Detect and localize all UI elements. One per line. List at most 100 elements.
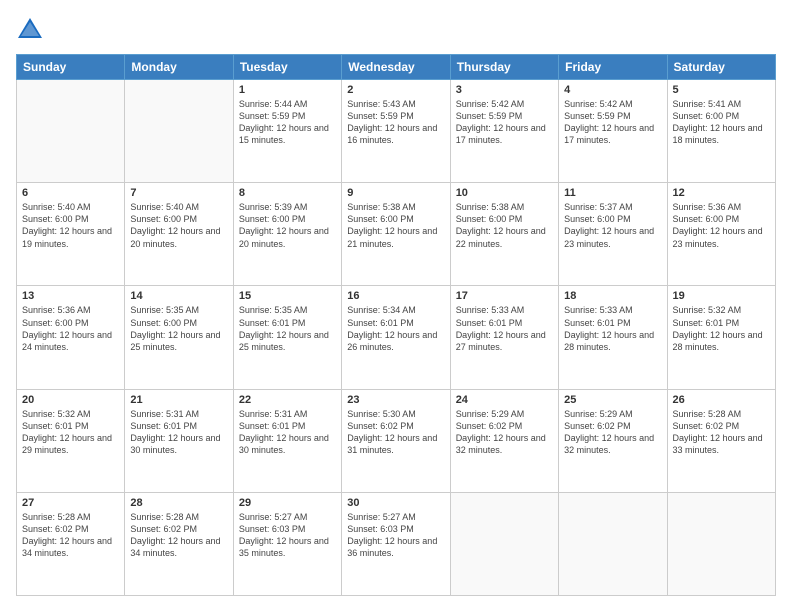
calendar-cell: 16Sunrise: 5:34 AM Sunset: 6:01 PM Dayli…: [342, 286, 450, 389]
calendar-cell: 10Sunrise: 5:38 AM Sunset: 6:00 PM Dayli…: [450, 183, 558, 286]
logo: [16, 16, 48, 44]
day-number: 12: [673, 187, 770, 199]
calendar-week-row: 13 Sunrise: 5:36 AM Sunset: 6:00 PM Dayli…: [17, 286, 776, 389]
day-number: 7: [130, 187, 227, 199]
day-number: 6: [22, 187, 119, 199]
day-number: 26: [673, 394, 770, 406]
calendar-header-row: SundayMondayTuesdayWednesdayThursdayFrid…: [17, 55, 776, 80]
day-detail: Sunrise: 5:37 AM Sunset: 6:00 PM Dayligh…: [564, 201, 661, 250]
day-detail: Sunrise: 5:29 AM Sunset: 6:02 PM Dayligh…: [456, 408, 553, 457]
calendar-cell: 12 Sunrise: 5:36 AM Sunset: 6:00 PM Dayli…: [667, 183, 775, 286]
day-number: 22: [239, 394, 336, 406]
day-number: 23: [347, 394, 444, 406]
calendar-header-thursday: Thursday: [450, 55, 558, 80]
day-detail: Sunrise: 5:27 AM Sunset: 6:03 PM Dayligh…: [347, 511, 444, 560]
calendar-cell: [667, 492, 775, 595]
calendar-header-monday: Monday: [125, 55, 233, 80]
day-detail: Sunrise: 5:44 AM Sunset: 5:59 PM Dayligh…: [239, 98, 336, 147]
calendar-header-tuesday: Tuesday: [233, 55, 341, 80]
calendar-cell: 22 Sunrise: 5:31 AM Sunset: 6:01 PM Dayli…: [233, 389, 341, 492]
day-number: 27: [22, 497, 119, 509]
day-number: 25: [564, 394, 661, 406]
day-number: 5: [673, 84, 770, 96]
calendar-cell: [17, 80, 125, 183]
day-detail: Sunrise: 5:28 AM Sunset: 6:02 PM Dayligh…: [673, 408, 770, 457]
calendar-cell: 2 Sunrise: 5:43 AM Sunset: 5:59 PM Daylig…: [342, 80, 450, 183]
day-detail: Sunrise: 5:38 AM Sunset: 6:00 PM Dayligh…: [456, 201, 553, 250]
calendar-cell: 11 Sunrise: 5:37 AM Sunset: 6:00 PM Dayli…: [559, 183, 667, 286]
calendar-cell: 20 Sunrise: 5:32 AM Sunset: 6:01 PM Dayli…: [17, 389, 125, 492]
day-detail: Sunrise: 5:40 AM Sunset: 6:00 PM Dayligh…: [130, 201, 227, 250]
calendar-cell: 15Sunrise: 5:35 AM Sunset: 6:01 PM Dayli…: [233, 286, 341, 389]
calendar-cell: 26 Sunrise: 5:28 AM Sunset: 6:02 PM Dayli…: [667, 389, 775, 492]
day-detail: Sunrise: 5:39 AM Sunset: 6:00 PM Dayligh…: [239, 201, 336, 250]
day-detail: Sunrise: 5:33 AM Sunset: 6:01 PM Dayligh…: [456, 304, 553, 353]
day-detail: Sunrise: 5:32 AM Sunset: 6:01 PM Dayligh…: [22, 408, 119, 457]
calendar-cell: 4 Sunrise: 5:42 AM Sunset: 5:59 PM Daylig…: [559, 80, 667, 183]
day-number: 17: [456, 290, 553, 302]
day-detail: Sunrise: 5:38 AM Sunset: 6:00 PM Dayligh…: [347, 201, 444, 250]
day-detail: Sunrise: 5:36 AM Sunset: 6:00 PM Dayligh…: [22, 304, 119, 353]
calendar-cell: [559, 492, 667, 595]
day-detail: Sunrise: 5:43 AM Sunset: 5:59 PM Dayligh…: [347, 98, 444, 147]
day-number: 13: [22, 290, 119, 302]
day-number: 21: [130, 394, 227, 406]
calendar-cell: 8Sunrise: 5:39 AM Sunset: 6:00 PM Daylig…: [233, 183, 341, 286]
calendar-cell: 18Sunrise: 5:33 AM Sunset: 6:01 PM Dayli…: [559, 286, 667, 389]
day-detail: Sunrise: 5:28 AM Sunset: 6:02 PM Dayligh…: [130, 511, 227, 560]
day-detail: Sunrise: 5:36 AM Sunset: 6:00 PM Dayligh…: [673, 201, 770, 250]
day-number: 20: [22, 394, 119, 406]
calendar-cell: 25 Sunrise: 5:29 AM Sunset: 6:02 PM Dayli…: [559, 389, 667, 492]
day-detail: Sunrise: 5:41 AM Sunset: 6:00 PM Dayligh…: [673, 98, 770, 147]
day-number: 4: [564, 84, 661, 96]
day-detail: Sunrise: 5:32 AM Sunset: 6:01 PM Dayligh…: [673, 304, 770, 353]
calendar-cell: 14 Sunrise: 5:35 AM Sunset: 6:00 PM Dayli…: [125, 286, 233, 389]
day-detail: Sunrise: 5:42 AM Sunset: 5:59 PM Dayligh…: [564, 98, 661, 147]
day-number: 29: [239, 497, 336, 509]
calendar-cell: 29Sunrise: 5:27 AM Sunset: 6:03 PM Dayli…: [233, 492, 341, 595]
calendar-cell: 19 Sunrise: 5:32 AM Sunset: 6:01 PM Dayli…: [667, 286, 775, 389]
page: SundayMondayTuesdayWednesdayThursdayFrid…: [0, 0, 792, 612]
calendar-header-saturday: Saturday: [667, 55, 775, 80]
day-detail: Sunrise: 5:42 AM Sunset: 5:59 PM Dayligh…: [456, 98, 553, 147]
logo-icon: [16, 16, 44, 44]
calendar-cell: 9 Sunrise: 5:38 AM Sunset: 6:00 PM Daylig…: [342, 183, 450, 286]
calendar-cell: [450, 492, 558, 595]
calendar-week-row: 27 Sunrise: 5:28 AM Sunset: 6:02 PM Dayli…: [17, 492, 776, 595]
calendar-week-row: 6 Sunrise: 5:40 AM Sunset: 6:00 PM Daylig…: [17, 183, 776, 286]
day-number: 19: [673, 290, 770, 302]
calendar-cell: 13 Sunrise: 5:36 AM Sunset: 6:00 PM Dayli…: [17, 286, 125, 389]
calendar-cell: 24Sunrise: 5:29 AM Sunset: 6:02 PM Dayli…: [450, 389, 558, 492]
calendar-cell: 1 Sunrise: 5:44 AM Sunset: 5:59 PM Daylig…: [233, 80, 341, 183]
calendar-cell: 28Sunrise: 5:28 AM Sunset: 6:02 PM Dayli…: [125, 492, 233, 595]
calendar-cell: [125, 80, 233, 183]
calendar-cell: 5 Sunrise: 5:41 AM Sunset: 6:00 PM Daylig…: [667, 80, 775, 183]
day-detail: Sunrise: 5:31 AM Sunset: 6:01 PM Dayligh…: [130, 408, 227, 457]
calendar-table: SundayMondayTuesdayWednesdayThursdayFrid…: [16, 54, 776, 596]
day-detail: Sunrise: 5:31 AM Sunset: 6:01 PM Dayligh…: [239, 408, 336, 457]
calendar-cell: 23 Sunrise: 5:30 AM Sunset: 6:02 PM Dayli…: [342, 389, 450, 492]
day-detail: Sunrise: 5:40 AM Sunset: 6:00 PM Dayligh…: [22, 201, 119, 250]
calendar-cell: 6 Sunrise: 5:40 AM Sunset: 6:00 PM Daylig…: [17, 183, 125, 286]
day-detail: Sunrise: 5:29 AM Sunset: 6:02 PM Dayligh…: [564, 408, 661, 457]
calendar-cell: 30 Sunrise: 5:27 AM Sunset: 6:03 PM Dayli…: [342, 492, 450, 595]
day-number: 2: [347, 84, 444, 96]
day-detail: Sunrise: 5:30 AM Sunset: 6:02 PM Dayligh…: [347, 408, 444, 457]
header: [16, 16, 776, 44]
calendar-cell: 27 Sunrise: 5:28 AM Sunset: 6:02 PM Dayli…: [17, 492, 125, 595]
calendar-header-sunday: Sunday: [17, 55, 125, 80]
calendar-week-row: 20 Sunrise: 5:32 AM Sunset: 6:01 PM Dayli…: [17, 389, 776, 492]
day-number: 3: [456, 84, 553, 96]
day-number: 16: [347, 290, 444, 302]
calendar-cell: 3 Sunrise: 5:42 AM Sunset: 5:59 PM Daylig…: [450, 80, 558, 183]
day-number: 30: [347, 497, 444, 509]
day-detail: Sunrise: 5:35 AM Sunset: 6:00 PM Dayligh…: [130, 304, 227, 353]
day-detail: Sunrise: 5:28 AM Sunset: 6:02 PM Dayligh…: [22, 511, 119, 560]
day-number: 9: [347, 187, 444, 199]
calendar-week-row: 1 Sunrise: 5:44 AM Sunset: 5:59 PM Daylig…: [17, 80, 776, 183]
calendar-cell: 7 Sunrise: 5:40 AM Sunset: 6:00 PM Daylig…: [125, 183, 233, 286]
day-number: 1: [239, 84, 336, 96]
day-number: 18: [564, 290, 661, 302]
day-number: 11: [564, 187, 661, 199]
day-number: 14: [130, 290, 227, 302]
